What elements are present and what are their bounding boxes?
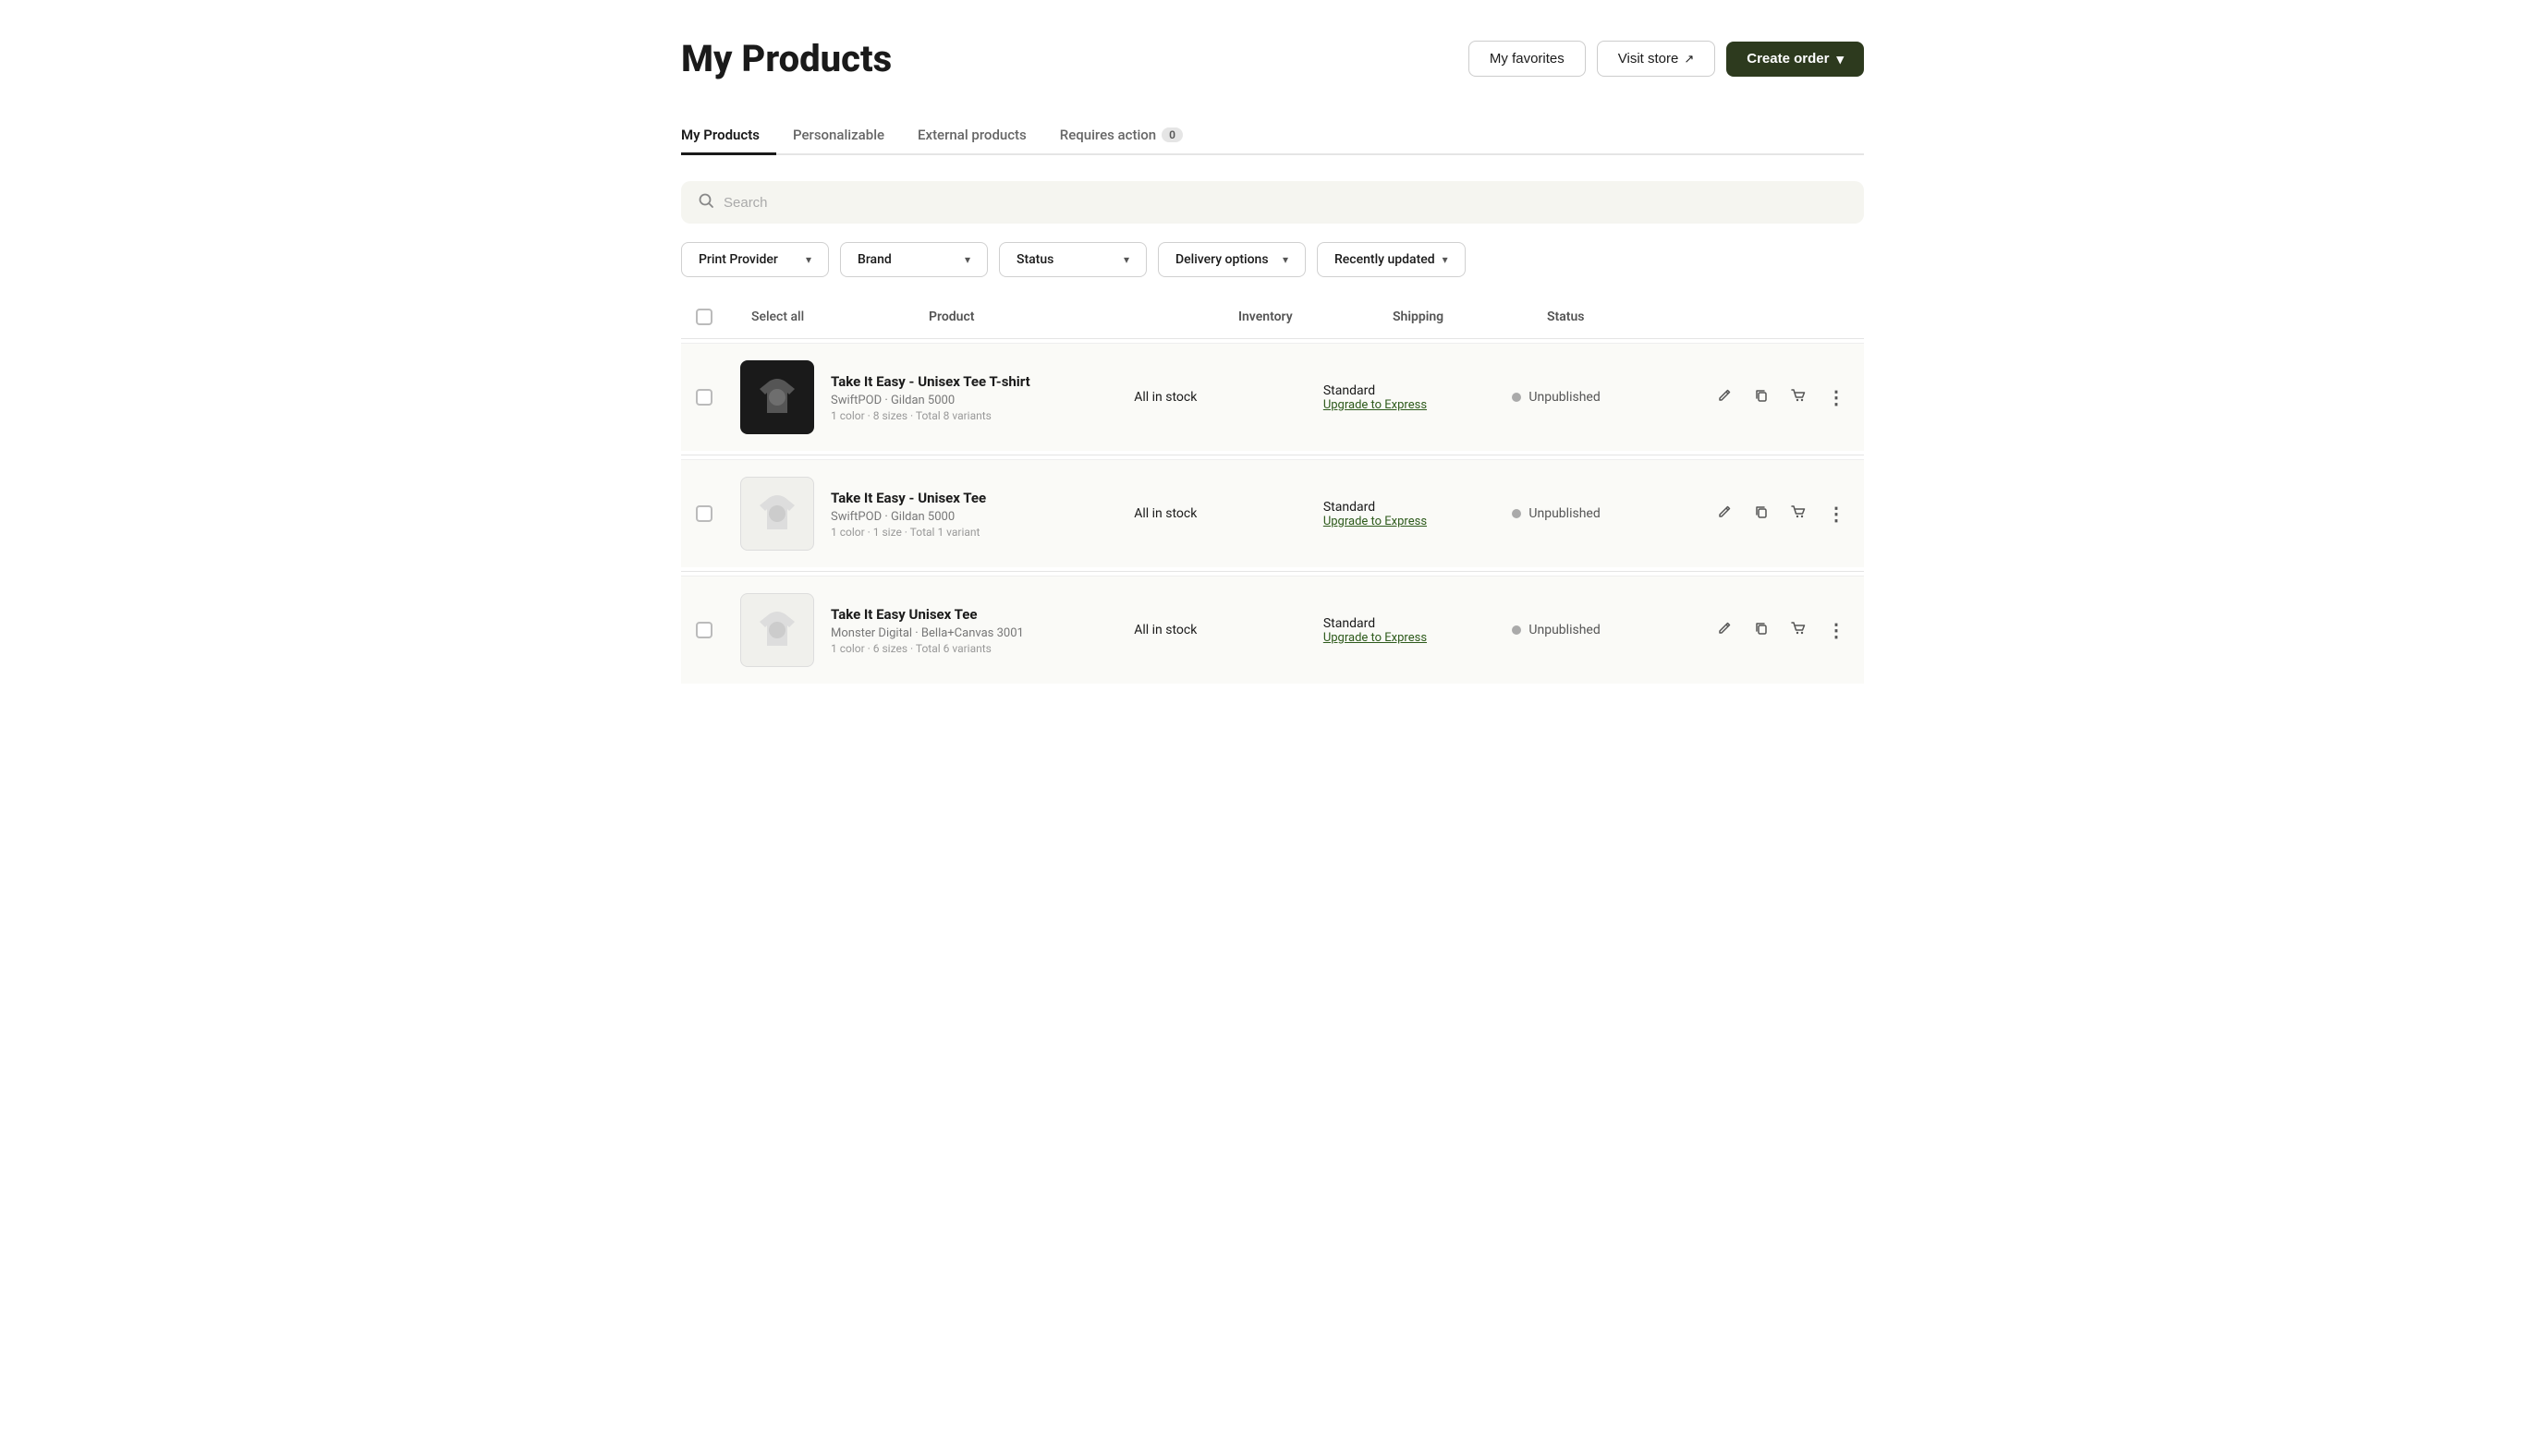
- product-checkbox-1[interactable]: [696, 505, 712, 522]
- product-actions: ⋮: [1701, 383, 1849, 412]
- recently-updated-filter[interactable]: Recently updated ▾: [1317, 242, 1466, 277]
- search-bar: [681, 181, 1864, 224]
- product-inventory: All in stock: [1134, 390, 1323, 405]
- product-name: Take It Easy - Unisex Tee T-shirt: [831, 373, 1134, 390]
- shipping-upgrade-link[interactable]: Upgrade to Express: [1323, 631, 1513, 645]
- edit-icon[interactable]: [1712, 616, 1736, 645]
- tab-external-products[interactable]: External products: [901, 117, 1043, 155]
- recently-updated-chevron-icon: ▾: [1443, 253, 1448, 266]
- more-icon[interactable]: ⋮: [1823, 501, 1849, 527]
- column-shipping: Shipping: [1393, 309, 1443, 324]
- copy-icon[interactable]: [1749, 616, 1773, 645]
- product-status: Unpublished: [1512, 623, 1701, 637]
- edit-icon[interactable]: [1712, 500, 1736, 528]
- product-inventory: All in stock: [1134, 506, 1323, 521]
- product-info: Take It Easy - Unisex Tee T-shirt SwiftP…: [831, 373, 1134, 422]
- product-meta: SwiftPOD · Gildan 5000: [831, 510, 1134, 524]
- status-label: Unpublished: [1528, 506, 1600, 521]
- search-icon: [698, 192, 714, 212]
- product-variants: 1 color · 8 sizes · Total 8 variants: [831, 409, 1134, 422]
- product-name: Take It Easy - Unisex Tee: [831, 490, 1134, 506]
- tab-my-products[interactable]: My Products: [681, 117, 776, 155]
- copy-icon[interactable]: [1749, 500, 1773, 528]
- page-title: My Products: [681, 37, 892, 80]
- product-list: Take It Easy - Unisex Tee T-shirt SwiftP…: [681, 343, 1864, 684]
- product-status: Unpublished: [1512, 390, 1701, 405]
- product-shipping: Standard Upgrade to Express: [1323, 383, 1513, 412]
- status-filter[interactable]: Status ▾: [999, 242, 1147, 277]
- tabs-nav: My Products Personalizable External prod…: [681, 117, 1864, 155]
- column-inventory: Inventory: [1238, 309, 1293, 324]
- shipping-standard: Standard: [1323, 500, 1513, 515]
- product-variants: 1 color · 1 size · Total 1 variant: [831, 526, 1134, 539]
- product-actions: ⋮: [1701, 500, 1849, 528]
- product-actions: ⋮: [1701, 616, 1849, 645]
- product-shipping: Standard Upgrade to Express: [1323, 616, 1513, 645]
- copy-icon[interactable]: [1749, 383, 1773, 412]
- product-image: [740, 593, 814, 667]
- cart-icon[interactable]: [1786, 383, 1810, 412]
- status-label: Unpublished: [1528, 623, 1600, 637]
- product-meta: SwiftPOD · Gildan 5000: [831, 394, 1134, 407]
- table-row[interactable]: Take It Easy - Unisex Tee SwiftPOD · Gil…: [681, 459, 1864, 567]
- requires-action-badge: 0: [1162, 127, 1183, 142]
- create-order-chevron-icon: ▾: [1836, 51, 1844, 67]
- select-all-checkbox[interactable]: [696, 309, 712, 325]
- table-row[interactable]: Take It Easy - Unisex Tee T-shirt SwiftP…: [681, 343, 1864, 451]
- column-product: Product: [929, 309, 974, 324]
- visit-store-button[interactable]: Visit store ↗: [1597, 41, 1716, 77]
- product-variants: 1 color · 6 sizes · Total 6 variants: [831, 642, 1134, 655]
- product-status: Unpublished: [1512, 506, 1701, 521]
- product-checkbox-2[interactable]: [696, 622, 712, 638]
- page-header: My Products My favorites Visit store ↗ C…: [681, 37, 1864, 80]
- column-status: Status: [1547, 309, 1584, 324]
- product-image: [740, 360, 814, 434]
- product-checkbox-0[interactable]: [696, 389, 712, 406]
- edit-icon[interactable]: [1712, 383, 1736, 412]
- search-input[interactable]: [724, 195, 1847, 211]
- shipping-upgrade-link[interactable]: Upgrade to Express: [1323, 515, 1513, 528]
- create-order-button[interactable]: Create order ▾: [1726, 42, 1864, 77]
- tab-requires-action[interactable]: Requires action 0: [1043, 117, 1199, 155]
- product-info: Take It Easy - Unisex Tee SwiftPOD · Gil…: [831, 490, 1134, 539]
- header-actions: My favorites Visit store ↗ Create order …: [1468, 41, 1864, 77]
- status-chevron-icon: ▾: [1124, 253, 1129, 266]
- status-dot: [1512, 393, 1521, 402]
- brand-chevron-icon: ▾: [965, 253, 970, 266]
- table-header-row: Select all Product Inventory Shipping St…: [681, 299, 1864, 334]
- more-icon[interactable]: ⋮: [1823, 617, 1849, 643]
- product-shipping: Standard Upgrade to Express: [1323, 500, 1513, 528]
- external-link-icon: ↗: [1684, 52, 1694, 67]
- more-icon[interactable]: ⋮: [1823, 384, 1849, 410]
- print-provider-chevron-icon: ▾: [806, 253, 811, 266]
- status-label: Unpublished: [1528, 390, 1600, 405]
- my-favorites-button[interactable]: My favorites: [1468, 41, 1586, 77]
- status-dot: [1512, 625, 1521, 635]
- product-image: [740, 477, 814, 551]
- product-info: Take It Easy Unisex Tee Monster Digital …: [831, 606, 1134, 655]
- status-dot: [1512, 509, 1521, 518]
- shipping-upgrade-link[interactable]: Upgrade to Express: [1323, 398, 1513, 412]
- product-inventory: All in stock: [1134, 623, 1323, 637]
- product-meta: Monster Digital · Bella+Canvas 3001: [831, 626, 1134, 640]
- delivery-options-filter[interactable]: Delivery options ▾: [1158, 242, 1306, 277]
- shipping-standard: Standard: [1323, 383, 1513, 398]
- brand-filter[interactable]: Brand ▾: [840, 242, 988, 277]
- product-name: Take It Easy Unisex Tee: [831, 606, 1134, 623]
- table-row[interactable]: Take It Easy Unisex Tee Monster Digital …: [681, 576, 1864, 684]
- print-provider-filter[interactable]: Print Provider ▾: [681, 242, 829, 277]
- cart-icon[interactable]: [1786, 500, 1810, 528]
- cart-icon[interactable]: [1786, 616, 1810, 645]
- shipping-standard: Standard: [1323, 616, 1513, 631]
- delivery-options-chevron-icon: ▾: [1283, 253, 1288, 266]
- tab-personalizable[interactable]: Personalizable: [776, 117, 901, 155]
- filters-bar: Print Provider ▾ Brand ▾ Status ▾ Delive…: [681, 242, 1864, 277]
- select-all-label: Select all: [751, 309, 844, 324]
